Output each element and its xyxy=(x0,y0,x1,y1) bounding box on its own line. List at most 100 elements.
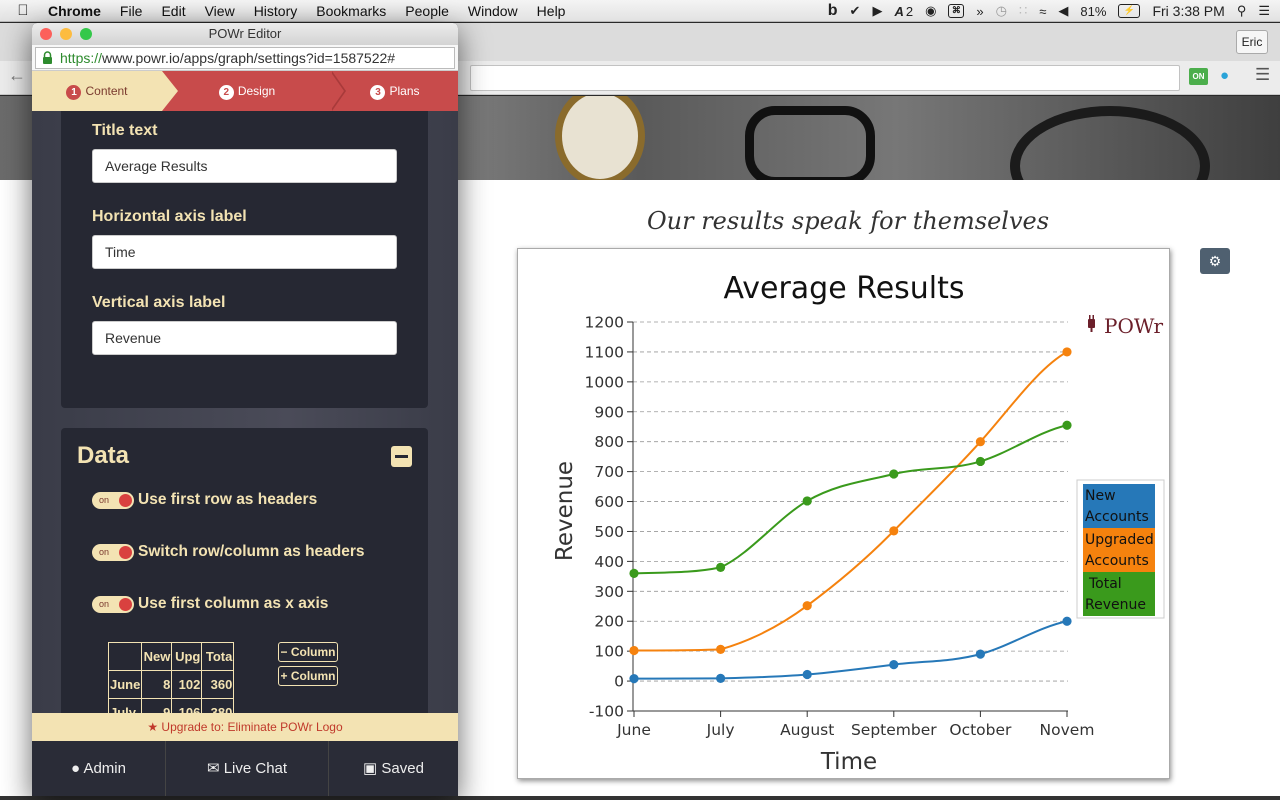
y-tick-label: 100 xyxy=(594,643,624,661)
data-point[interactable] xyxy=(716,673,726,683)
y-tick-label: -100 xyxy=(589,703,624,721)
data-point[interactable] xyxy=(889,526,899,536)
grid-cell[interactable]: 8 xyxy=(141,670,173,699)
menu-view[interactable]: View xyxy=(205,3,235,19)
time-machine-icon[interactable]: ◷ xyxy=(996,3,1007,19)
vertical-axis-input[interactable]: Revenue xyxy=(92,321,397,355)
saved-button[interactable]: ▣ Saved xyxy=(329,741,458,796)
toggle-knob xyxy=(119,545,132,559)
collapse-minus-icon[interactable] xyxy=(391,446,412,467)
switch-row-column-label: Switch row/column as headers xyxy=(138,543,365,560)
address-bar[interactable] xyxy=(470,65,1180,91)
chart-axes: -100 0 100 200 300 400 500 600 700 800 900 1000 1100… xyxy=(585,314,1095,740)
first-row-headers-toggle[interactable]: on xyxy=(92,491,134,509)
editor-titlebar[interactable]: POWr Editor xyxy=(32,23,458,45)
tab-design[interactable]: 2 Design xyxy=(162,71,332,111)
add-column-button[interactable]: + Column xyxy=(278,666,338,686)
data-point[interactable] xyxy=(716,562,726,572)
zoom-window-icon[interactable] xyxy=(80,28,92,40)
menu-history[interactable]: History xyxy=(254,3,298,19)
remove-column-button[interactable]: − Column xyxy=(278,642,338,662)
horizontal-axis-input[interactable]: Time xyxy=(92,235,397,269)
grid-cell[interactable] xyxy=(107,642,143,671)
fast-forward-icon[interactable]: » xyxy=(976,4,983,19)
title-text-input[interactable]: Average Results xyxy=(92,149,397,183)
saved-label: Saved xyxy=(381,760,424,777)
extension-on-icon[interactable]: ON xyxy=(1189,68,1208,85)
data-point[interactable] xyxy=(802,496,812,506)
bluetooth-icon[interactable]: ∷ xyxy=(1019,3,1027,19)
editor-url-field[interactable]: https://www.powr.io/apps/graph/settings?… xyxy=(35,47,455,69)
b-app-icon[interactable]: b xyxy=(828,2,838,20)
data-point[interactable] xyxy=(802,669,812,680)
data-point[interactable] xyxy=(889,660,899,670)
grid-cell[interactable]: Upg xyxy=(171,642,203,671)
data-point[interactable] xyxy=(629,568,639,578)
editor-window-title: POWr Editor xyxy=(208,26,282,41)
y-tick-label: 800 xyxy=(594,433,624,451)
switch-row-column-toggle[interactable]: on xyxy=(92,543,134,561)
data-point[interactable] xyxy=(716,644,726,654)
minimize-window-icon[interactable] xyxy=(60,28,72,40)
first-column-x-axis-toggle[interactable]: on xyxy=(92,595,134,613)
adobe-icon[interactable]: A xyxy=(894,4,903,19)
data-point[interactable] xyxy=(1062,347,1072,357)
x-tick-label: June xyxy=(616,721,651,739)
data-point[interactable] xyxy=(889,469,899,479)
wifi-icon[interactable]: ≈ xyxy=(1039,4,1046,19)
command-icon[interactable]: ⌘ xyxy=(948,4,965,18)
back-arrow-icon[interactable]: ← xyxy=(8,65,26,86)
notification-center-icon[interactable]: ☰ xyxy=(1258,3,1270,19)
chart-gridlines xyxy=(633,321,1068,712)
battery-icon[interactable]: ⚡ xyxy=(1118,4,1141,18)
powr-brand-logo[interactable]: POWr xyxy=(1088,314,1164,338)
editor-url-bar: https://www.powr.io/apps/graph/settings?… xyxy=(32,45,458,71)
grid-cell[interactable]: Tota xyxy=(201,642,235,671)
admin-button[interactable]: ● Admin xyxy=(32,741,166,796)
menu-window[interactable]: Window xyxy=(468,3,518,19)
data-point[interactable] xyxy=(629,674,639,684)
close-window-icon[interactable] xyxy=(40,28,52,40)
extension-circle-icon[interactable]: ◉ xyxy=(925,3,936,19)
volume-icon[interactable]: ◀ xyxy=(1058,3,1068,19)
chat-extension-icon[interactable]: ● xyxy=(1220,67,1229,84)
x-tick-label: September xyxy=(851,721,937,739)
data-point[interactable] xyxy=(975,649,985,659)
data-point[interactable] xyxy=(802,601,812,611)
step-divider xyxy=(162,71,178,111)
menu-edit[interactable]: Edit xyxy=(161,3,185,19)
data-point[interactable] xyxy=(975,456,985,467)
data-point[interactable] xyxy=(1062,616,1072,626)
step-divider xyxy=(330,71,344,111)
live-chat-button[interactable]: ✉ Live Chat xyxy=(166,741,329,796)
menu-people[interactable]: People xyxy=(405,3,449,19)
chart-legend[interactable]: New Accounts Upgraded Accounts Total Revenue xyxy=(1076,479,1165,619)
editor-scroll-area[interactable]: Title text Average Results Horizontal ax… xyxy=(32,111,458,715)
menu-help[interactable]: Help xyxy=(537,3,566,19)
spotlight-search-icon[interactable]: ⚲ xyxy=(1237,3,1247,19)
gear-icon[interactable]: ⚙ xyxy=(1200,248,1230,274)
profile-button[interactable]: Eric xyxy=(1236,30,1268,54)
clock[interactable]: Fri 3:38 PM xyxy=(1152,3,1224,19)
tab-plans[interactable]: 3 Plans xyxy=(332,71,458,111)
grid-cell[interactable]: New xyxy=(141,642,173,671)
data-point[interactable] xyxy=(975,437,985,447)
tab-content[interactable]: 1 Content xyxy=(32,71,162,111)
upgrade-banner[interactable]: ★ Upgrade to: Eliminate POWr Logo xyxy=(32,713,458,741)
step-number: 1 xyxy=(66,85,82,100)
apple-icon[interactable]:  xyxy=(14,0,32,22)
chrome-menu-icon[interactable]: ☰ xyxy=(1255,65,1270,85)
data-point[interactable] xyxy=(629,645,639,656)
menu-file[interactable]: File xyxy=(120,3,143,19)
menu-app-chrome[interactable]: Chrome xyxy=(48,3,101,19)
y-tick-label: 600 xyxy=(594,493,624,511)
data-point[interactable] xyxy=(1062,420,1072,430)
menu-bookmarks[interactable]: Bookmarks xyxy=(316,3,386,19)
y-tick-label: 300 xyxy=(594,583,624,601)
video-camera-icon[interactable]: ▶ xyxy=(872,3,882,19)
check-circle-icon[interactable]: ✔ xyxy=(850,3,861,19)
powr-editor-window: POWr Editor https://www.powr.io/apps/gra… xyxy=(32,23,458,796)
grid-cell[interactable]: 360 xyxy=(201,670,235,699)
grid-cell[interactable]: 102 xyxy=(171,670,203,699)
grid-cell[interactable]: June xyxy=(107,670,143,699)
